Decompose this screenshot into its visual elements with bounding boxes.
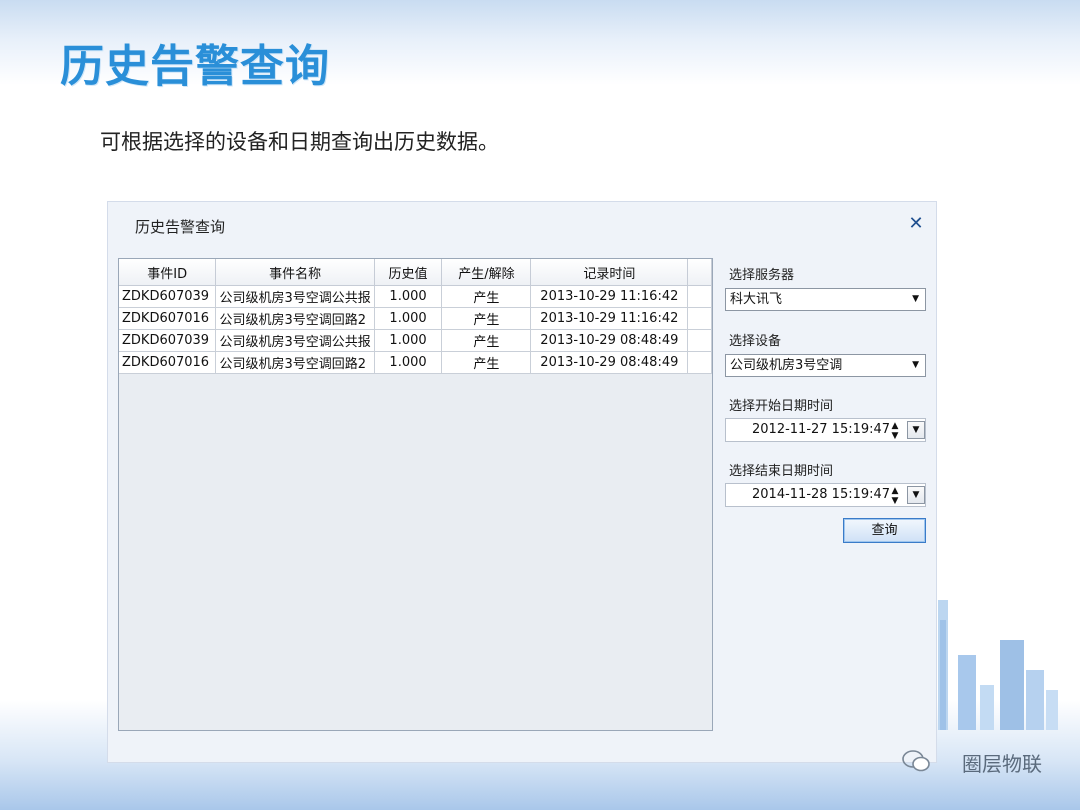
start-datetime-picker[interactable]: 2012-11-27 15:19:47 ▲ ▼ ▼	[725, 418, 926, 442]
calendar-dropdown-button[interactable]: ▼	[907, 421, 925, 439]
column-header-event-name[interactable]: 事件名称	[215, 259, 375, 286]
cell-filler	[687, 307, 712, 330]
cell-event-name: 公司级机房3号空调公共报	[215, 285, 375, 308]
server-label: 选择服务器	[729, 268, 795, 283]
cell-filler	[687, 351, 712, 374]
table-row[interactable]: ZDKD607016 公司级机房3号空调回路2 1.000 产生 2013-10…	[119, 351, 712, 374]
cell-record-time: 2013-10-29 08:48:49	[530, 351, 689, 374]
column-header-record-time[interactable]: 记录时间	[530, 259, 689, 286]
cell-raise-clear: 产生	[441, 329, 532, 352]
cell-raise-clear: 产生	[441, 285, 532, 308]
table-row[interactable]: ZDKD607039 公司级机房3号空调公共报 1.000 产生 2013-10…	[119, 329, 712, 352]
server-select[interactable]: 科大讯飞 ▼	[725, 288, 926, 311]
end-datetime-value: 2014-11-28 15:19:47	[752, 487, 891, 502]
start-datetime-value: 2012-11-27 15:19:47	[752, 422, 891, 437]
slide-title: 历史告警查询	[60, 41, 330, 92]
cell-record-time: 2013-10-29 11:16:42	[530, 285, 689, 308]
cell-event-id: ZDKD607016	[119, 307, 217, 330]
device-select[interactable]: 公司级机房3号空调 ▼	[725, 354, 926, 377]
column-header-raise-clear[interactable]: 产生/解除	[441, 259, 532, 286]
alarm-table[interactable]: 事件ID 事件名称 历史值 产生/解除 记录时间 ZDKD607039 公司级机…	[118, 258, 713, 731]
cell-raise-clear: 产生	[441, 307, 532, 330]
slide-subtitle: 可根据选择的设备和日期查询出历史数据。	[100, 130, 499, 154]
table-row[interactable]: ZDKD607016 公司级机房3号空调回路2 1.000 产生 2013-10…	[119, 307, 712, 330]
cell-event-name: 公司级机房3号空调公共报	[215, 329, 375, 352]
column-header-history-value[interactable]: 历史值	[374, 259, 443, 286]
spin-updown-icon[interactable]: ▲ ▼	[889, 421, 901, 441]
device-label: 选择设备	[729, 334, 782, 349]
brand-watermark: 圈层物联	[962, 752, 1042, 776]
table-header-row: 事件ID 事件名称 历史值 产生/解除 记录时间	[119, 259, 712, 286]
cell-history-value: 1.000	[374, 285, 443, 308]
cell-event-id: ZDKD607039	[119, 329, 217, 352]
cell-history-value: 1.000	[374, 351, 443, 374]
device-select-value: 公司级机房3号空调	[730, 358, 843, 373]
table-row[interactable]: ZDKD607039 公司级机房3号空调公共报 1.000 产生 2013-10…	[119, 285, 712, 308]
cell-event-id: ZDKD607039	[119, 285, 217, 308]
cell-event-id: ZDKD607016	[119, 351, 217, 374]
end-datetime-label: 选择结束日期时间	[729, 464, 834, 479]
cell-event-name: 公司级机房3号空调回路2	[215, 307, 375, 330]
cell-record-time: 2013-10-29 11:16:42	[530, 307, 689, 330]
cell-record-time: 2013-10-29 08:48:49	[530, 329, 689, 352]
cell-history-value: 1.000	[374, 329, 443, 352]
chevron-down-icon: ▼	[912, 360, 919, 370]
city-skyline-decoration	[938, 600, 1058, 730]
cell-event-name: 公司级机房3号空调回路2	[215, 351, 375, 374]
cell-history-value: 1.000	[374, 307, 443, 330]
cell-raise-clear: 产生	[441, 351, 532, 374]
end-datetime-picker[interactable]: 2014-11-28 15:19:47 ▲ ▼ ▼	[725, 483, 926, 507]
server-select-value: 科大讯飞	[730, 292, 783, 307]
close-icon[interactable]: ✕	[906, 214, 926, 234]
column-header-filler	[687, 259, 712, 286]
calendar-dropdown-button[interactable]: ▼	[907, 486, 925, 504]
dialog-title: 历史告警查询	[135, 218, 226, 236]
column-header-event-id[interactable]: 事件ID	[119, 259, 217, 286]
wechat-icon	[902, 750, 930, 772]
chevron-down-icon: ▼	[912, 294, 919, 304]
spin-updown-icon[interactable]: ▲ ▼	[889, 486, 901, 506]
cell-filler	[687, 285, 712, 308]
history-alarm-dialog: 历史告警查询 ✕ 事件ID 事件名称 历史值 产生/解除 记录时间 ZDKD60…	[107, 201, 937, 763]
query-button[interactable]: 查询	[843, 518, 926, 543]
cell-filler	[687, 329, 712, 352]
start-datetime-label: 选择开始日期时间	[729, 399, 834, 414]
